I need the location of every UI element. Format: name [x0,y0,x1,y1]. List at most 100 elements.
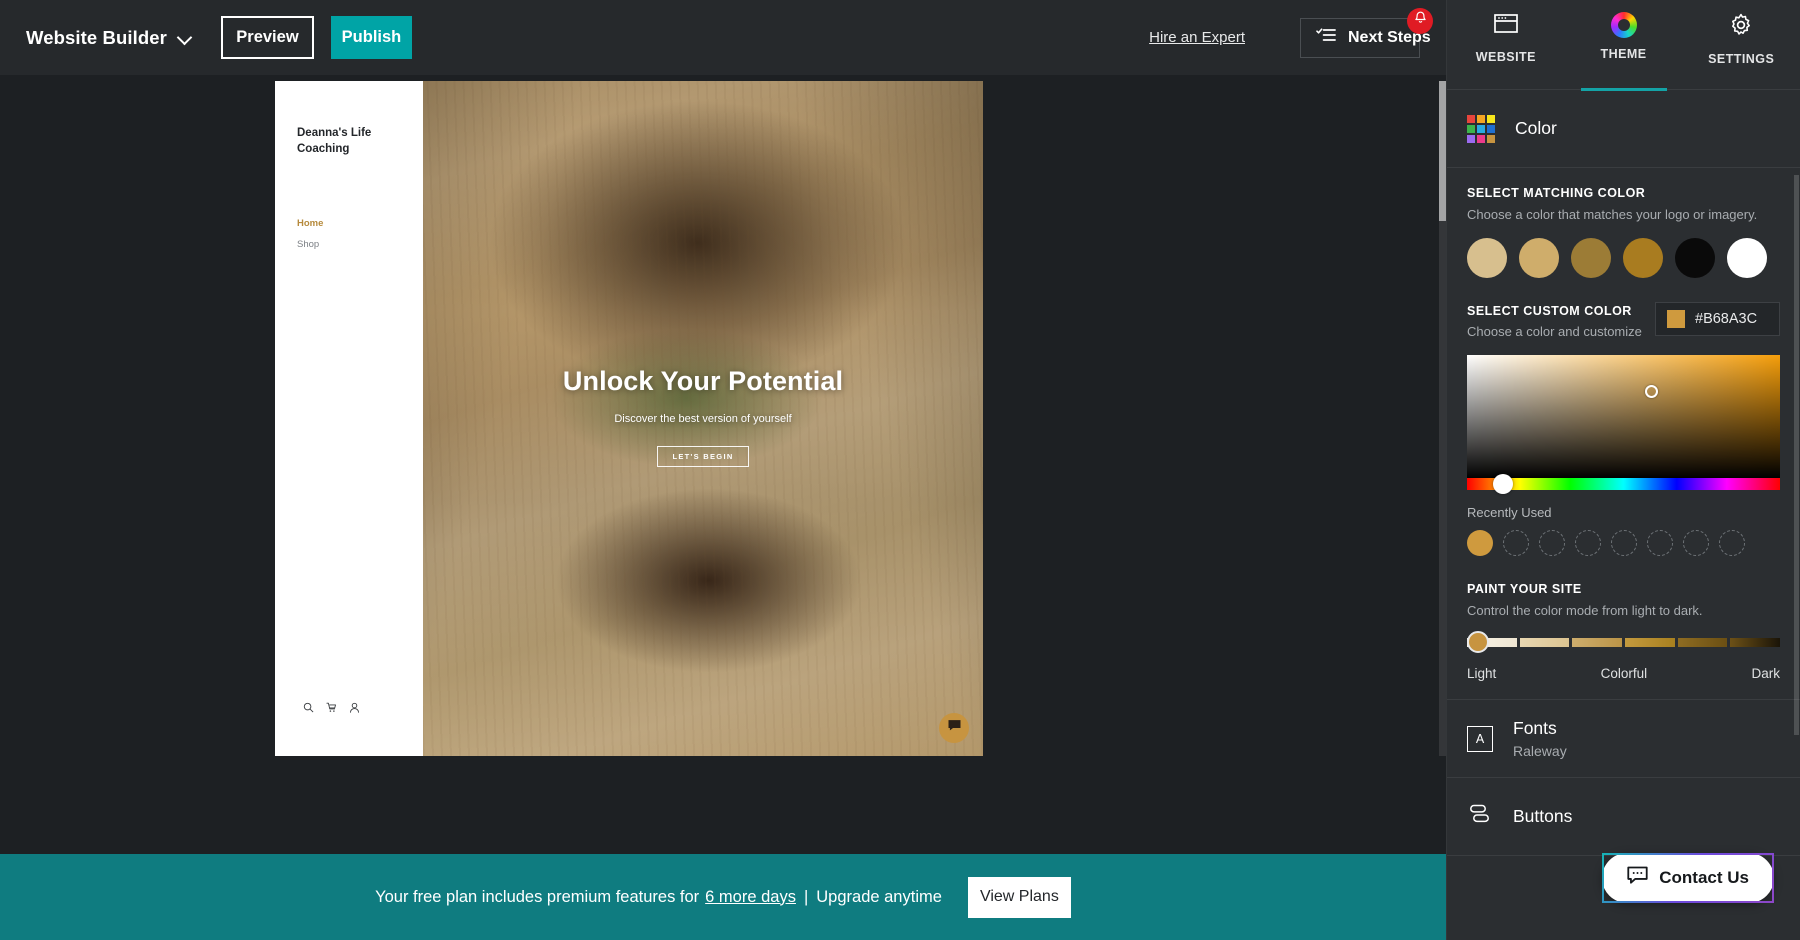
saturation-value-picker[interactable] [1467,355,1780,478]
account-icon[interactable] [349,700,360,718]
matching-color-label: SELECT MATCHING COLOR [1467,186,1646,200]
cart-icon[interactable] [326,700,337,718]
hero-content: Unlock Your Potential Discover the best … [423,366,983,467]
panel-scrollbar[interactable] [1794,175,1799,735]
preview-scrollbar-thumb[interactable] [1439,81,1446,221]
paint-scale-light: Light [1467,666,1497,681]
paint-scale-dark: Dark [1751,666,1780,681]
color-section-body: SELECT MATCHING COLOR Choose a color tha… [1447,168,1800,699]
tab-settings-label: SETTINGS [1708,52,1775,66]
recent-swatch-6[interactable] [1647,530,1673,556]
recently-used-label: Recently Used [1467,505,1552,520]
recent-swatch-5[interactable] [1611,530,1637,556]
paint-your-site-label: PAINT YOUR SITE [1467,582,1582,596]
fonts-title: Fonts [1513,718,1557,738]
site-preview-frame[interactable]: Deanna's Life Coaching Home Shop Unlock … [275,81,983,756]
contact-us-button[interactable]: Contact Us [1602,853,1774,903]
banner-text-before: Your free plan includes premium features… [375,887,700,906]
toolbar-right-group: Hire an Expert Next Steps [1149,7,1446,58]
paint-scale-labels: Light Colorful Dark [1467,666,1780,699]
button-shape-icon [1467,802,1493,831]
search-icon[interactable] [303,700,314,718]
color-section-title: Color [1515,118,1557,138]
hex-color-chip [1667,310,1685,328]
publish-button[interactable]: Publish [330,16,412,59]
site-sidebar: Deanna's Life Coaching Home Shop [275,81,423,756]
paint-segment-3[interactable] [1572,637,1623,647]
panel-tab-bar: WEBSITE THEME SETTINGS [1447,0,1800,90]
tab-theme-label: THEME [1600,47,1647,61]
notification-badge[interactable] [1407,7,1433,34]
paint-segment-5[interactable] [1677,637,1728,647]
swatch-3[interactable] [1571,238,1611,278]
chat-bubble-icon [1627,866,1648,890]
paint-mode-knob[interactable] [1467,631,1489,653]
recent-swatch-8[interactable] [1719,530,1745,556]
editor-canvas: Deanna's Life Coaching Home Shop Unlock … [0,75,1446,940]
saturation-value-handle[interactable] [1645,385,1659,399]
site-logo: Deanna's Life Coaching [297,127,372,155]
tab-theme[interactable]: THEME [1565,12,1683,90]
recent-swatch-7[interactable] [1683,530,1709,556]
preview-button[interactable]: Preview [220,16,314,59]
next-steps-button[interactable]: Next Steps [1300,7,1433,58]
hue-slider-handle[interactable] [1492,474,1513,494]
preview-scrollbar[interactable] [1439,81,1446,756]
custom-color-description: Choose a color and customize [1467,324,1642,339]
recently-used-swatches [1467,530,1780,556]
tab-website-label: WEBSITE [1475,50,1536,64]
swatch-6[interactable] [1727,238,1767,278]
color-grid-icon [1467,114,1495,143]
font-a-icon: A [1467,725,1493,752]
site-chat-button[interactable] [939,713,969,743]
swatch-2[interactable] [1519,238,1559,278]
top-toolbar: Website Builder Preview Publish Hire an … [0,0,1446,75]
paint-segment-2[interactable] [1519,637,1570,647]
website-builder-menu[interactable]: Website Builder [26,27,191,49]
hex-value-field[interactable]: #B68A3C [1655,302,1780,336]
fonts-section[interactable]: A Fonts Raleway [1447,700,1800,778]
banner-text-after: Upgrade anytime [816,887,942,906]
view-plans-button[interactable]: View Plans [967,876,1071,918]
swatch-4[interactable] [1623,238,1663,278]
paint-segment-6[interactable] [1730,637,1781,647]
hue-slider[interactable] [1467,474,1780,494]
gear-icon [1728,12,1754,43]
color-section-header[interactable]: Color [1447,90,1800,168]
recent-swatch-3[interactable] [1539,530,1565,556]
site-footer-icons [303,700,360,718]
buttons-title: Buttons [1513,806,1573,826]
swatch-5[interactable] [1675,238,1715,278]
browser-window-icon [1493,12,1519,41]
swatch-1[interactable] [1467,238,1507,278]
paint-segment-4[interactable] [1625,637,1675,647]
banner-days-link[interactable]: 6 more days [705,888,796,906]
site-hero-section[interactable]: Unlock Your Potential Discover the best … [423,81,983,756]
site-nav-item-shop[interactable]: Shop [297,235,423,256]
recent-swatch-1[interactable] [1467,530,1493,556]
paint-mode-slider[interactable] [1467,631,1781,653]
hero-subtitle: Discover the best version of yourself [614,413,792,425]
chevron-down-icon [178,31,191,44]
recent-swatch-4[interactable] [1575,530,1601,556]
hero-title: Unlock Your Potential [562,366,844,396]
bell-icon [1414,11,1427,30]
website-builder-label: Website Builder [26,26,167,48]
tab-website[interactable]: WEBSITE [1447,12,1565,90]
hire-an-expert-link[interactable]: Hire an Expert [1149,29,1245,46]
contact-us-label: Contact Us [1659,868,1749,887]
site-nav-item-home[interactable]: Home [297,214,423,235]
checklist-icon [1316,27,1336,48]
fonts-value: Raleway [1513,743,1567,759]
buttons-section[interactable]: Buttons [1447,778,1800,856]
banner-separator: | [803,887,809,906]
theme-panel: WEBSITE THEME SETTINGS Color SELECT MATC… [1446,0,1800,940]
free-plan-banner: Your free plan includes premium features… [0,854,1446,940]
matching-color-description: Choose a color that matches your logo or… [1467,207,1758,222]
recent-swatch-2[interactable] [1503,530,1529,556]
site-navigation: Home Shop [297,214,423,256]
tab-settings[interactable]: SETTINGS [1682,12,1800,90]
paint-scale-colorful: Colorful [1600,666,1648,681]
paint-your-site-block: PAINT YOUR SITE Control the color mode f… [1467,582,1781,699]
hero-cta-button[interactable]: LET'S BEGIN [657,446,749,467]
